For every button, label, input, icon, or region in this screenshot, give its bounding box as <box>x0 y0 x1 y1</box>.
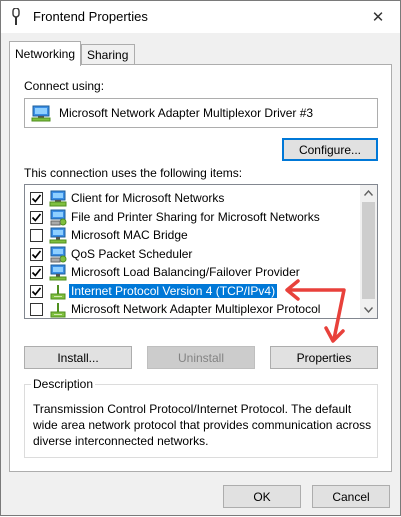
annotation-arrow <box>285 279 346 343</box>
tab-networking[interactable]: Networking <box>9 41 81 66</box>
properties-dialog: Frontend Properties ✕ Networking Sharing… <box>0 0 401 516</box>
